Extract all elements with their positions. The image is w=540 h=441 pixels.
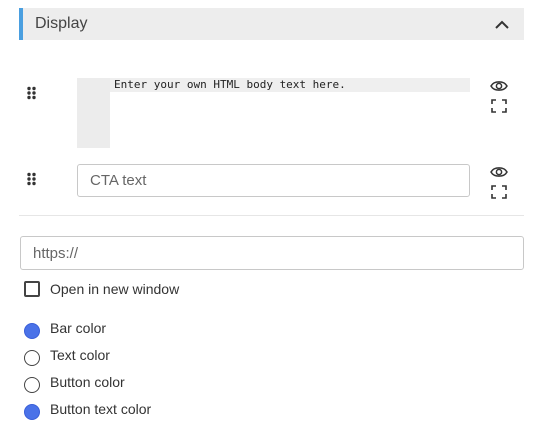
- color-label: Button text color: [50, 401, 152, 417]
- checkbox-label: Open in new window: [50, 281, 180, 297]
- code-line[interactable]: Enter your own HTML body text here.: [110, 78, 470, 92]
- code-text: Enter your own HTML body text here.: [114, 78, 346, 91]
- open-new-window-checkbox[interactable]: Open in new window: [24, 281, 179, 297]
- color-label: Text color: [50, 347, 110, 363]
- drag-handle-icon[interactable]: [26, 172, 38, 186]
- section-header-display[interactable]: Display: [19, 8, 524, 40]
- url-input[interactable]: [20, 236, 524, 270]
- divider: [19, 215, 524, 216]
- fullscreen-icon[interactable]: [490, 98, 508, 114]
- color-swatch[interactable]: [24, 323, 40, 339]
- cta-text-input[interactable]: [77, 164, 470, 197]
- fullscreen-icon[interactable]: [490, 184, 508, 200]
- checkbox-box[interactable]: [24, 281, 40, 297]
- html-code-editor[interactable]: Enter your own HTML body text here.: [77, 78, 470, 148]
- eye-icon[interactable]: [490, 164, 508, 180]
- color-swatch[interactable]: [24, 377, 40, 393]
- color-picker-bar[interactable]: Bar color: [24, 320, 107, 339]
- chevron-up-icon[interactable]: [494, 16, 510, 32]
- color-picker-text[interactable]: Text color: [24, 347, 110, 366]
- code-gutter: [77, 78, 110, 148]
- color-swatch[interactable]: [24, 404, 40, 420]
- color-label: Button color: [50, 374, 125, 390]
- section-title: Display: [35, 15, 88, 32]
- color-picker-button[interactable]: Button color: [24, 374, 125, 393]
- color-label: Bar color: [50, 320, 107, 336]
- color-picker-button-text[interactable]: Button text color: [24, 401, 152, 420]
- drag-handle-icon[interactable]: [26, 86, 38, 100]
- eye-icon[interactable]: [490, 78, 508, 94]
- color-swatch[interactable]: [24, 350, 40, 366]
